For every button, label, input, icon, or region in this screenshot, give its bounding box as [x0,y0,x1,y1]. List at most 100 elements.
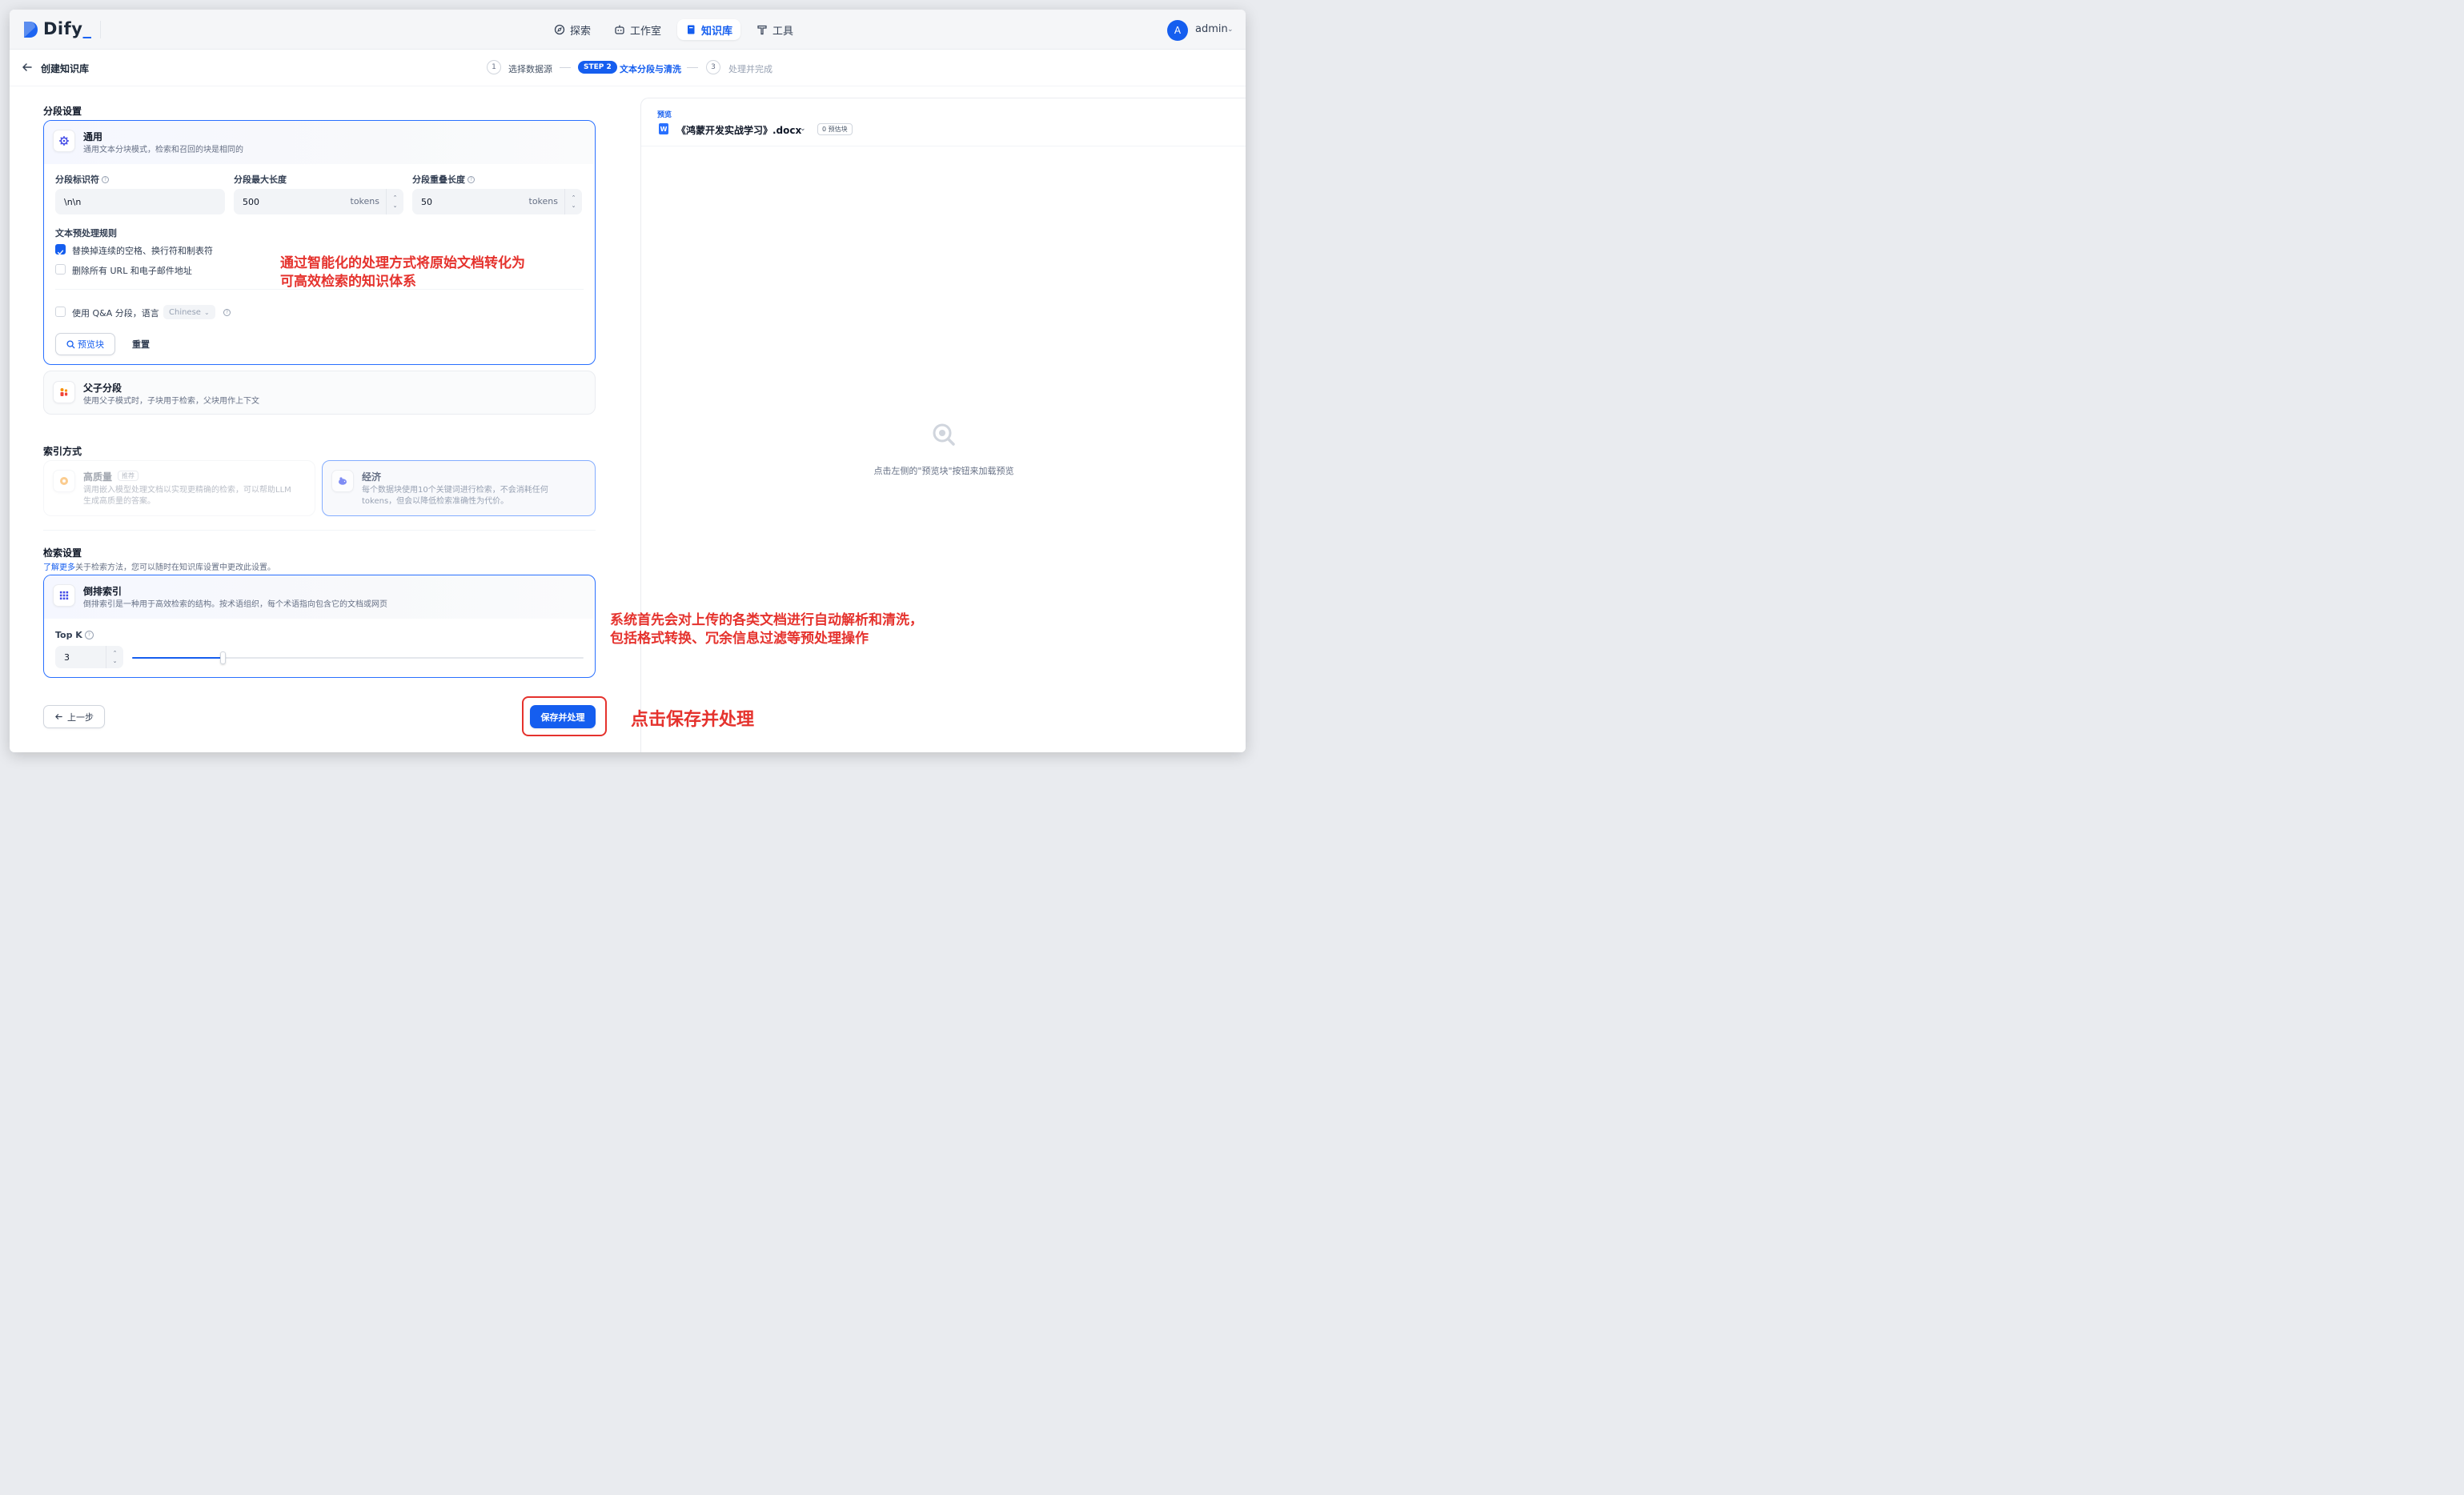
help-icon: ? [468,175,475,183]
piggy-bank-icon [331,470,354,492]
high-quality-card[interactable]: 高质量 推荐 调用嵌入模型处理文档以实现更精确的检索，可以帮助LLM 生成高质量… [43,460,315,516]
search-icon [66,339,75,349]
rule-2-checkbox[interactable] [55,264,66,275]
delimiter-input[interactable]: \n\n [55,189,225,214]
economy-title: 经济 [362,471,382,483]
rules-title: 文本预处理规则 [55,228,117,238]
rule-1-label: 替换掉连续的空格、换行符和制表符 [72,246,213,256]
top-navbar: Dify_ 探索 工作室 知识库 工具 A admin ⌄ [10,10,1246,50]
tokens-unit: tokens [528,196,559,206]
word-doc-icon: W [659,123,668,134]
divider [43,530,596,531]
preview-empty-text: 点击左侧的"预览块"按钮来加载预览 [873,466,1014,476]
index-section-title: 索引方式 [43,446,82,457]
topk-input[interactable]: 3 ⌃ ⌄ [55,646,123,668]
overlap-input[interactable]: 50 tokens ⌃ ⌄ [412,189,582,214]
step-connector [560,67,571,68]
general-title: 通用 [83,131,103,142]
high-quality-desc-1: 调用嵌入模型处理文档以实现更精确的检索，可以帮助LLM [83,486,291,495]
topk-stepper[interactable]: ⌃ ⌄ [106,646,123,668]
qa-language-select[interactable]: Chinese ⌄ [163,305,215,319]
general-desc: 通用文本分块模式，检索和召回的块是相同的 [83,146,243,154]
rule-1-checkbox[interactable] [55,244,66,255]
retrieval-hint: 了解更多关于检索方法，您可以随时在知识库设置中更改此设置。 [43,560,275,572]
chevron-down-icon[interactable]: ⌄ [800,125,806,133]
preview-panel: 预览 W 《鸿蒙开发实战学习》.docx ⌄ 0 预估块 点击左侧的"预览块"按… [640,98,1246,752]
tokens-unit: tokens [350,196,380,206]
general-chunk-card[interactable]: 通用 通用文本分块模式，检索和召回的块是相同的 分段标识符? \n\n 分段最大… [43,120,596,365]
book-icon [688,25,695,34]
step-1-label: 选择数据源 [508,64,552,74]
overlap-label: 分段重叠长度? [412,173,475,186]
page-title: 创建知识库 [41,63,90,74]
arrow-left-icon [55,714,62,719]
overlap-stepper[interactable]: ⌃ ⌄ [564,189,582,214]
nav-tools[interactable]: 工具 [748,19,801,40]
recommend-badge: 推荐 [118,471,138,481]
retrieval-section-title: 检索设置 [43,547,82,559]
nav-studio-label: 工作室 [630,25,662,38]
annotation-1-line-2: 可高效检索的知识体系 [280,274,416,290]
help-icon: ? [102,175,109,183]
inverted-index-desc: 倒排索引是一种用于高效检索的结构。按术语组织，每个术语指向包含它的文档或网页 [83,600,387,609]
search-preview-icon [933,423,955,446]
check-icon [57,250,64,255]
annotation-2-line-1: 系统首先会对上传的各类文档进行自动解析和清洗， [610,612,923,628]
grid-icon [53,584,75,607]
qa-checkbox[interactable] [55,307,66,317]
step-2-pill: STEP 2 [578,61,617,74]
logo-divider [100,21,101,38]
logo-text[interactable]: Dify_ [43,19,91,38]
user-name[interactable]: admin [1195,23,1228,35]
annotation-3: 点击保存并处理 [631,710,755,730]
rule-2-label: 删除所有 URL 和电子邮件地址 [72,266,192,276]
prev-step-button[interactable]: 上一步 [43,705,105,728]
sparkle-icon [53,470,75,492]
preview-chunk-button[interactable]: 预览块 [55,333,115,355]
nav-knowledge[interactable]: 知识库 [677,19,741,40]
nav-explore-label: 探索 [570,25,592,38]
high-quality-desc-2: 生成高质量的答案。 [83,497,155,506]
inverted-index-card[interactable]: 倒排索引 倒排索引是一种用于高效检索的结构。按术语组织，每个术语指向包含它的文档… [43,575,596,678]
parent-child-icon [53,381,75,403]
avatar[interactable]: A [1167,20,1188,41]
step-header: 创建知识库 1 选择数据源 STEP 2 文本分段与清洗 3 处理并完成 [10,50,1246,86]
parent-child-card[interactable]: 父子分段 使用父子模式时，子块用于检索，父块用作上下文 [43,371,596,415]
doc-name[interactable]: 《鸿蒙开发实战学习》.docx [676,123,801,137]
estimated-chunks-badge: 0 预估块 [817,123,853,135]
economy-desc-2: tokens，但会以降低检索准确性为代价。 [362,497,509,506]
gear-icon [53,130,75,152]
topk-slider-handle[interactable] [220,651,226,664]
topk-slider-fill [132,657,223,659]
compass-icon [554,24,565,35]
parent-child-title: 父子分段 [83,383,122,394]
max-length-stepper[interactable]: ⌃ ⌄ [386,189,403,214]
topk-label: Top K? [55,630,94,640]
back-arrow-icon[interactable] [21,61,34,74]
nav-studio[interactable]: 工作室 [606,19,669,40]
inverted-index-title: 倒排索引 [83,586,122,597]
chevron-down-icon: ⌄ [203,308,210,316]
economy-desc-1: 每个数据块使用10个关键词进行检索，不会消耗任何 [362,486,548,495]
annotation-highlight-box [522,696,607,736]
reset-button[interactable]: 重置 [121,333,161,355]
hammer-icon [757,25,767,35]
high-quality-title: 高质量 [83,471,113,483]
robot-icon [615,25,624,34]
step-2-label: 文本分段与清洗 [620,64,681,74]
learn-more-link[interactable]: 了解更多 [43,563,75,572]
annotation-2-line-2: 包括格式转换、冗余信息过滤等预处理操作 [610,631,869,647]
economy-card[interactable]: 经济 每个数据块使用10个关键词进行检索，不会消耗任何 tokens，但会以降低… [322,460,596,516]
app-window: Dify_ 探索 工作室 知识库 工具 A admin ⌄ 创建知识库 1 选择… [10,10,1246,752]
retrieval-hint-text: 关于检索方法，您可以随时在知识库设置中更改此设置。 [75,563,275,572]
preview-label: 预览 [657,111,672,119]
nav-explore[interactable]: 探索 [546,19,599,40]
annotation-1: 通过智能化的处理方式将原始文档转化为 可高效检索的知识体系 [280,255,525,291]
segment-section-title: 分段设置 [43,106,82,117]
max-length-label: 分段最大长度 [234,174,287,185]
nav-knowledge-label: 知识库 [701,25,733,38]
step-3-label: 处理并完成 [728,64,773,74]
max-length-input[interactable]: 500 tokens ⌃ ⌄ [234,189,403,214]
chevron-down-icon[interactable]: ⌄ [1227,26,1234,34]
delimiter-label: 分段标识符? [55,173,109,186]
